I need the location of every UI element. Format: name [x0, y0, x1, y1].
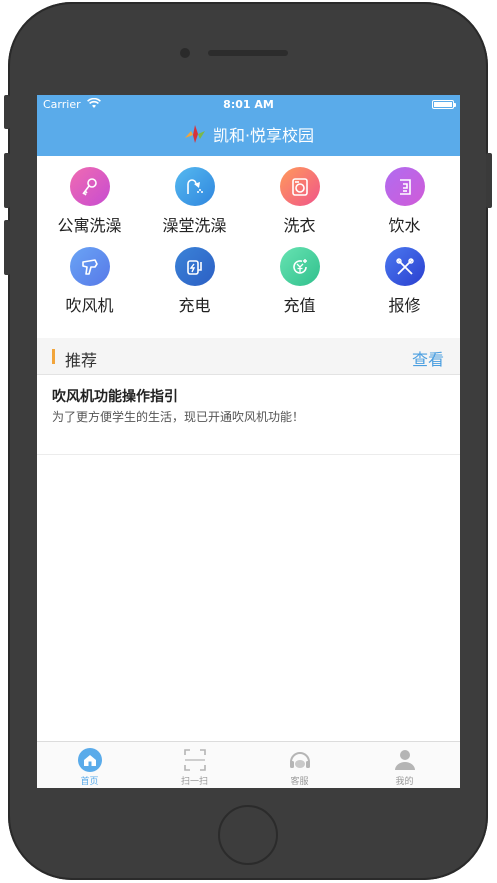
nav-title-container: 凯和·悦享校园	[37, 119, 460, 149]
service-label: 饮水	[388, 216, 421, 235]
tab-home[interactable]: 首页	[37, 742, 142, 788]
tab-customer-service[interactable]: 客服	[247, 742, 352, 788]
status-time: 8:01 AM	[223, 98, 274, 111]
page-title: 凯和·悦享校园	[212, 126, 315, 145]
volume-up-button	[4, 153, 10, 208]
washing-machine-icon	[279, 167, 320, 206]
service-charging[interactable]: 充电	[142, 236, 247, 316]
article-summary: 为了更方便学生的生活，现已开通吹风机功能！	[52, 410, 305, 424]
water-dispenser-icon	[384, 167, 425, 206]
volume-down-button	[4, 220, 10, 275]
customer-service-icon	[289, 752, 310, 768]
service-label: 充电	[178, 296, 211, 315]
tab-label: 首页	[80, 777, 99, 787]
service-label: 充值	[283, 296, 316, 315]
profile-icon	[394, 750, 415, 770]
hair-dryer-icon	[69, 247, 110, 286]
recharge-coin-icon	[279, 247, 320, 286]
power-button	[486, 153, 492, 208]
tab-profile[interactable]: 我的	[352, 742, 457, 788]
charging-icon	[174, 247, 215, 286]
service-label: 吹风机	[65, 296, 114, 315]
view-more-link[interactable]: 查看	[412, 346, 444, 370]
navigation-bar: Carrier 8:01 AM 凯和·悦享校园	[37, 95, 460, 156]
service-recharge[interactable]: 充值	[247, 236, 352, 316]
list-item[interactable]: 吹风机功能操作指引 为了更方便学生的生活，现已开通吹风机功能！	[37, 375, 460, 455]
tab-label: 客服	[290, 777, 309, 787]
service-label: 报修	[388, 296, 421, 315]
shower-key-icon	[69, 167, 110, 206]
tab-label: 我的	[395, 777, 414, 787]
mute-switch	[4, 95, 10, 129]
home-button[interactable]	[218, 805, 278, 865]
front-camera	[180, 48, 190, 58]
service-laundry[interactable]: 洗衣	[247, 156, 352, 236]
tab-label: 扫一扫	[180, 777, 208, 787]
repair-tools-icon	[384, 247, 425, 286]
service-bathhouse-shower[interactable]: 澡堂洗澡	[142, 156, 247, 236]
service-label: 洗衣	[283, 216, 316, 235]
earpiece-speaker	[208, 50, 288, 56]
service-grid: 公寓洗澡 澡堂洗澡 洗衣 饮水 吹风机 充电 充值 报修	[37, 156, 460, 339]
recommend-title: 推荐	[65, 351, 98, 370]
home-icon	[77, 748, 102, 772]
section-accent-bar	[52, 349, 55, 364]
app-screen: Carrier 8:01 AM 凯和·悦享校园 公寓洗澡 澡堂洗澡 洗衣 饮水 …	[37, 95, 460, 788]
service-label: 澡堂洗澡	[162, 216, 227, 235]
service-drinking-water[interactable]: 饮水	[352, 156, 457, 236]
app-logo-icon	[184, 125, 205, 143]
article-title: 吹风机功能操作指引	[52, 389, 178, 405]
service-hair-dryer[interactable]: 吹风机	[37, 236, 142, 316]
service-repair[interactable]: 报修	[352, 236, 457, 316]
status-bar: Carrier 8:01 AM	[37, 95, 460, 115]
tab-bar: 首页 扫一扫 客服 我的	[37, 741, 460, 788]
tab-scan[interactable]: 扫一扫	[142, 742, 247, 788]
service-label: 公寓洗澡	[57, 216, 122, 235]
recommend-header: 推荐 查看	[37, 338, 460, 375]
shower-head-icon	[174, 167, 215, 206]
service-apartment-shower[interactable]: 公寓洗澡	[37, 156, 142, 236]
battery-icon	[432, 100, 456, 109]
scan-icon	[183, 749, 206, 771]
